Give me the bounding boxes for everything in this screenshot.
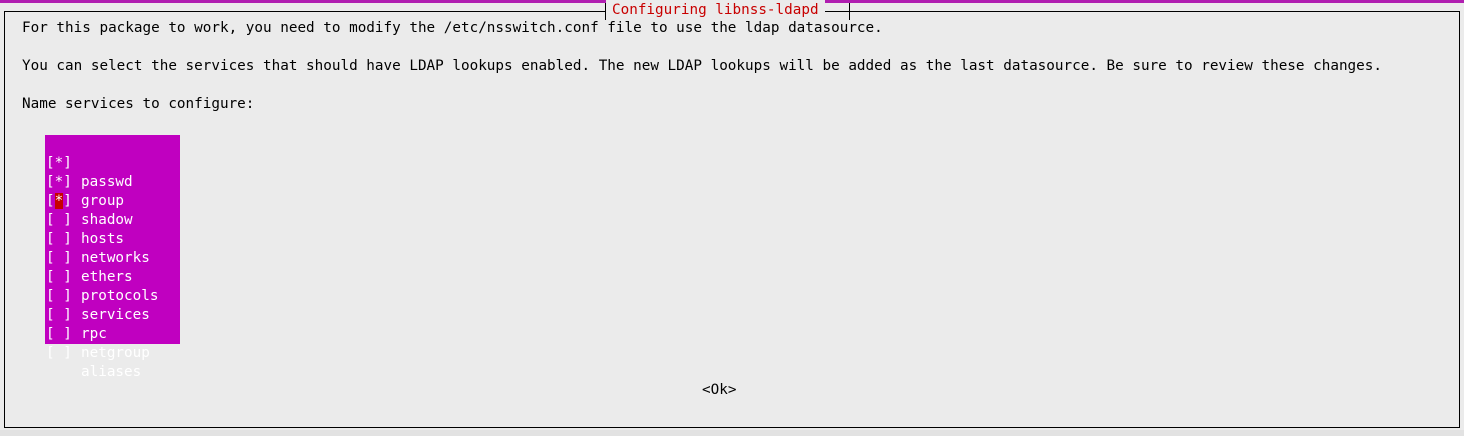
dialog-prompt: Name services to configure: bbox=[22, 96, 255, 112]
checklist-item[interactable]: [*] shadow bbox=[45, 173, 180, 228]
checklist-item[interactable]: [ ] netgroup bbox=[45, 306, 180, 361]
dialog-title: Configuring libnss-ldapd bbox=[606, 0, 825, 20]
ok-button[interactable]: <Ok> bbox=[702, 381, 736, 400]
dialog-paragraph-1: For this package to work, you need to mo… bbox=[22, 20, 883, 36]
title-border-right bbox=[849, 3, 850, 20]
checklist-item[interactable]: [ ] aliases bbox=[45, 325, 180, 380]
dialog-shadow bbox=[0, 430, 1464, 436]
service-checklist: [*] passwd [*] group [*] shadow [ ] host… bbox=[45, 135, 180, 380]
checklist-item[interactable]: [ ] services bbox=[45, 268, 180, 323]
checklist-item[interactable]: [ ] rpc bbox=[45, 287, 180, 342]
checklist-item[interactable]: [ ] ethers bbox=[45, 230, 180, 285]
checklist-item[interactable]: [ ] networks bbox=[45, 211, 180, 266]
checklist-item[interactable]: [ ] protocols bbox=[45, 249, 180, 304]
checklist-item[interactable]: [*] passwd bbox=[45, 135, 180, 190]
debconf-dialog: For this package to work, you need to mo… bbox=[4, 11, 1460, 428]
checkbox[interactable]: [ ] bbox=[46, 344, 72, 363]
checklist-item[interactable]: [ ] hosts bbox=[45, 192, 180, 247]
checklist-item[interactable]: [*] group bbox=[45, 154, 180, 209]
checklist-item-label: aliases bbox=[81, 364, 142, 380]
dialog-paragraph-2: You can select the services that should … bbox=[22, 58, 1382, 74]
